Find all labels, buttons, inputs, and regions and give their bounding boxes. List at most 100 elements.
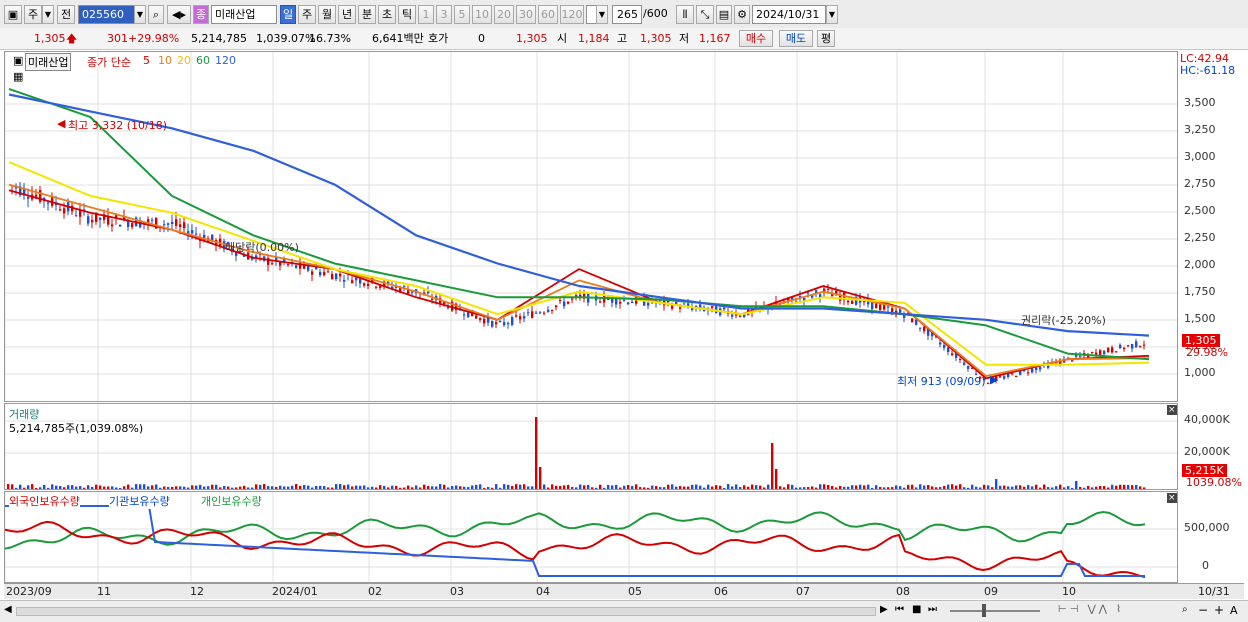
code-dropdown-icon[interactable]: ▼ xyxy=(134,5,146,24)
legend-stock-name[interactable]: 미래산업 xyxy=(25,53,72,71)
volume-bar xyxy=(287,486,290,489)
zoom-slider[interactable] xyxy=(950,610,1040,612)
tool-icon[interactable]: ⤡ xyxy=(696,5,714,24)
search-icon[interactable]: ⌕ xyxy=(148,5,164,24)
volume-close-icon[interactable]: × xyxy=(1167,405,1177,415)
period-week-button[interactable]: 주 xyxy=(298,5,316,24)
interval-10-button[interactable]: 10 xyxy=(472,5,492,24)
volume-bar xyxy=(15,487,18,489)
candle-icon[interactable]: ⫴ xyxy=(676,5,694,24)
volume-bar xyxy=(923,485,926,489)
zoom-in-icon[interactable]: + xyxy=(1214,603,1224,617)
volume-bar xyxy=(295,484,298,489)
date-label: 05 xyxy=(628,585,642,598)
candle-body xyxy=(1039,367,1042,370)
volume-bar xyxy=(355,485,358,489)
candle-body xyxy=(603,295,606,303)
high-price: 1,305 xyxy=(640,32,672,45)
candle-body xyxy=(47,202,50,204)
candle-body xyxy=(183,222,186,229)
holdings-close-icon[interactable]: × xyxy=(1167,493,1177,503)
stock-code-input[interactable]: 025560 xyxy=(78,5,136,24)
period-year-button[interactable]: 년 xyxy=(338,5,356,24)
scroll-right-icon[interactable]: ▶ xyxy=(880,604,888,615)
candle-body xyxy=(1103,350,1106,355)
avg-button[interactable]: 평 xyxy=(817,30,835,47)
candle-body xyxy=(535,312,538,314)
horizontal-scrollbar[interactable] xyxy=(16,607,876,616)
volume-panel[interactable]: 거래량 5,214,785주(1,039.08%) × xyxy=(4,403,1178,490)
volume-bar xyxy=(27,485,30,489)
volume-bar xyxy=(79,486,82,489)
volume-bar xyxy=(631,486,634,489)
mode-prev-button[interactable]: 전 xyxy=(57,5,75,24)
interval-5-button[interactable]: 5 xyxy=(454,5,470,24)
candle-body xyxy=(323,272,326,276)
volume-bar xyxy=(491,487,494,489)
volume-bar xyxy=(819,484,822,489)
volume-bar xyxy=(995,479,998,489)
volume-bar xyxy=(939,487,942,489)
interval-30-button[interactable]: 30 xyxy=(516,5,536,24)
candle-body xyxy=(375,286,378,288)
candle-body xyxy=(363,283,366,286)
period-day-button[interactable]: 일 xyxy=(280,5,296,24)
interval-120-button[interactable]: 120 xyxy=(560,5,584,24)
holding-institution-label: 기관보유수량 xyxy=(109,493,170,509)
grid-toggle-icon[interactable]: ▦ xyxy=(13,70,23,83)
interval-dropdown-icon[interactable]: ▼ xyxy=(596,5,608,24)
volume-bar xyxy=(347,484,350,489)
candle-body xyxy=(1127,345,1130,347)
volume-bar xyxy=(775,469,778,489)
date-input[interactable]: 2024/10/31 xyxy=(752,5,826,24)
zoom-slider-handle[interactable] xyxy=(982,604,986,617)
volume-bar xyxy=(983,484,986,489)
volume-bar xyxy=(839,485,842,489)
interval-20-button[interactable]: 20 xyxy=(494,5,514,24)
save-icon[interactable]: ▤ xyxy=(716,5,732,24)
buy-button[interactable]: 매수 xyxy=(739,30,773,47)
mode-main-button[interactable]: 주 xyxy=(24,5,42,24)
mode-dropdown-icon[interactable]: ▼ xyxy=(42,5,54,24)
stop-icon[interactable]: ■ xyxy=(912,604,921,615)
candle-body xyxy=(827,288,830,290)
volume-tick: 20,000K xyxy=(1184,445,1230,458)
volume-bar xyxy=(627,485,630,489)
window-icon[interactable]: ▣ xyxy=(4,5,22,24)
zoom-out-icon[interactable]: − xyxy=(1198,603,1208,617)
scroll-left-icon[interactable]: ◀ xyxy=(4,604,12,615)
interval-1-button[interactable]: 1 xyxy=(418,5,434,24)
date-dropdown-icon[interactable]: ▼ xyxy=(826,5,838,24)
holding-foreign-line xyxy=(5,520,1146,579)
period-tick-button[interactable]: 틱 xyxy=(398,5,416,24)
holdings-panel[interactable]: 외국인보유수량 기관보유수량 개인보유수량 × xyxy=(4,491,1178,583)
volume-bar xyxy=(999,485,1002,489)
volume-bar xyxy=(167,486,170,489)
volume-bar xyxy=(587,484,590,489)
stock-name-field[interactable]: 미래산업 xyxy=(211,5,277,24)
volume-bar xyxy=(891,487,894,489)
volume-bar xyxy=(899,486,902,489)
count-input[interactable]: 265 xyxy=(612,5,642,24)
sound-icon[interactable]: ◀▸ xyxy=(167,5,191,24)
play-back-icon[interactable]: ⏮ xyxy=(895,604,904,615)
interval-3-button[interactable]: 3 xyxy=(436,5,452,24)
stock-type-badge: 종 xyxy=(193,5,209,24)
gear-icon[interactable]: ⚙ xyxy=(734,5,750,24)
period-month-button[interactable]: 월 xyxy=(318,5,336,24)
volume-bar xyxy=(1095,486,1098,489)
auto-scale-icon[interactable]: A xyxy=(1230,604,1238,617)
period-second-button[interactable]: 초 xyxy=(378,5,396,24)
price-chart-panel[interactable]: ▣ 미래산업 종가 단순 5 10 20 60 120 ▦ ◀ 최고 3,332… xyxy=(4,51,1178,402)
chart-settings-icon[interactable]: ▣ xyxy=(13,54,23,67)
volume-bar xyxy=(583,485,586,489)
zoom-search-icon[interactable]: ⌕ xyxy=(1182,604,1188,615)
volume-bar xyxy=(475,484,478,489)
interval-60-button[interactable]: 60 xyxy=(538,5,558,24)
drawing-tools-icons[interactable]: ⊢⊣ ⋁⋀ ⌇ xyxy=(1058,604,1124,615)
period-minute-button[interactable]: 분 xyxy=(358,5,376,24)
sell-button[interactable]: 매도 xyxy=(779,30,813,47)
volume-bar xyxy=(559,485,562,489)
play-forward-icon[interactable]: ⏭ xyxy=(928,604,937,615)
volume-bar xyxy=(843,486,846,489)
